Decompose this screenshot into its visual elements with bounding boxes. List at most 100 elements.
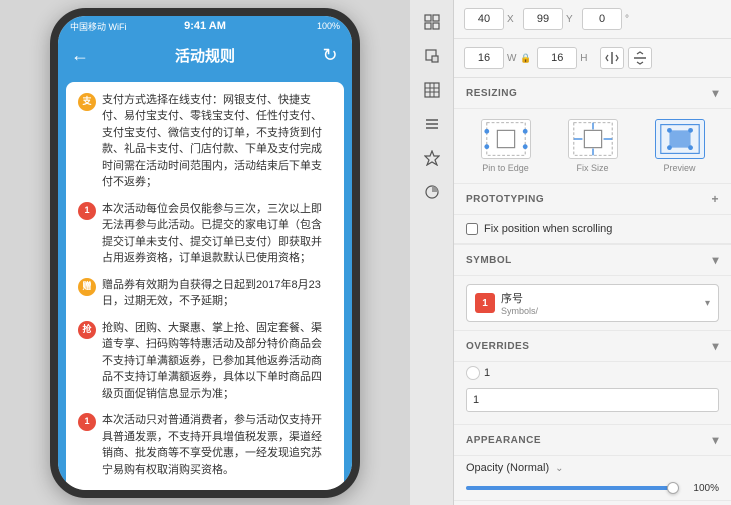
opacity-thumb[interactable] <box>667 482 679 494</box>
properties-panel: X Y ° W 🔒 H <box>454 0 731 505</box>
symbol-picker[interactable]: 1 序号 Symbols/ ▾ <box>466 284 719 322</box>
x-input[interactable] <box>464 8 504 30</box>
symbol-section: SYMBOL ▾ 1 序号 Symbols/ ▾ <box>454 245 731 331</box>
appearance-chevron: ▾ <box>712 433 719 447</box>
time-text: 9:41 AM <box>184 20 226 32</box>
layout-icon-btn[interactable] <box>417 8 447 36</box>
x-coord-group: X <box>464 8 517 30</box>
h-group: H <box>537 47 590 69</box>
rule-item-3: 抢抢购、团购、大聚惠、掌上抢、固定套餐、渠道专享、扫码购等特惠活动及部分特价商品… <box>78 320 332 403</box>
phone-content[interactable]: 支支付方式选择在线支付：网银支付、快捷支付、易付宝支付、零钱宝支付、任性付支付、… <box>58 74 352 490</box>
opacity-dropdown-arrow[interactable]: ⌄ <box>555 463 563 474</box>
lock-icon: 🔒 <box>520 53 531 64</box>
fix-position-label: Fix position when scrolling <box>484 223 612 235</box>
rule-item-0: 支支付方式选择在线支付：网银支付、快捷支付、易付宝支付、零钱宝支付、任性付支付、… <box>78 92 332 191</box>
flip-vertical-button[interactable] <box>628 47 652 69</box>
rule-icon-2: 赠 <box>78 278 96 296</box>
tool-sidebar <box>410 0 454 505</box>
overrides-section: Overrides ▾ 1 <box>454 331 731 425</box>
prototyping-section-header[interactable]: PROTOTYPING + <box>454 184 731 215</box>
phone-status-bar: 中国移动 WiFi 9:41 AM 100% <box>58 16 352 37</box>
fix-size-label: Fix Size <box>576 163 608 173</box>
opacity-row: Opacity (Normal) ⌄ <box>454 456 731 480</box>
rule-item-2: 赠赠品券有效期为自获得之日起到2017年8月23日，过期无效，不予延期； <box>78 277 332 310</box>
opacity-value: 100% <box>687 483 719 494</box>
rotation-input[interactable] <box>582 8 622 30</box>
override-key-label: 1 <box>466 366 490 380</box>
preview-box <box>655 119 705 159</box>
pin-to-edge-option[interactable]: Pin to Edge <box>481 119 531 173</box>
h-input[interactable] <box>537 47 577 69</box>
prototyping-section: PROTOTYPING + Fix position when scrollin… <box>454 184 731 245</box>
appearance-section-header[interactable]: APPEARANCE ▾ <box>454 425 731 456</box>
y-input[interactable] <box>523 8 563 30</box>
battery-text: 100% <box>317 21 340 31</box>
right-area: X Y ° W 🔒 H <box>410 0 731 505</box>
rule-icon-4: 1 <box>78 413 96 431</box>
transform-icon-btn[interactable] <box>417 42 447 70</box>
symbol-label: SYMBOL <box>466 255 512 266</box>
coords-row-1: X Y ° <box>454 0 731 39</box>
prototyping-add[interactable]: + <box>711 192 719 206</box>
preview-label: Preview <box>663 163 695 173</box>
phone-nav-bar: ← 活动规则 ↻ <box>58 37 352 74</box>
override-key: 1 <box>484 367 490 379</box>
resizing-label: RESIZING <box>466 88 517 99</box>
override-input-row <box>454 384 731 416</box>
flip-horizontal-button[interactable] <box>600 47 624 69</box>
resizing-options: Pin to Edge Fix Size <box>454 109 731 184</box>
rule-text-0: 支付方式选择在线支付：网银支付、快捷支付、易付宝支付、零钱宝支付、任性付支付、支… <box>102 92 332 191</box>
paint-icon-btn[interactable] <box>417 178 447 206</box>
symbol-path: Symbols/ <box>501 306 699 316</box>
opacity-label: Opacity (Normal) <box>466 462 549 474</box>
carrier-text: 中国移动 WiFi <box>70 20 127 33</box>
w-label: W <box>507 53 517 64</box>
y-coord-group: Y <box>523 8 576 30</box>
star-icon-btn[interactable] <box>417 144 447 172</box>
w-input[interactable] <box>464 47 504 69</box>
pin-to-edge-label: Pin to Edge <box>482 163 529 173</box>
rule-icon-1: 1 <box>78 202 96 220</box>
phone-frame: 中国移动 WiFi 9:41 AM 100% ← 活动规则 ↻ 支支付方式选择在… <box>50 8 360 498</box>
rule-item-4: 1 本次活动只对普通消费者，参与活动仅支持开具普通发票，不支持开具增值税发票，渠道… <box>78 412 332 478</box>
overrides-chevron: ▾ <box>712 339 719 353</box>
rule-text-4: 本次活动只对普通消费者，参与活动仅支持开具普通发票，不支持开具增值税发票，渠道经… <box>102 412 332 478</box>
w-group: W 🔒 <box>464 47 531 69</box>
fix-position-checkbox[interactable] <box>466 223 478 235</box>
override-circle <box>466 366 480 380</box>
rule-text-2: 赠品券有效期为自获得之日起到2017年8月23日，过期无效，不予延期； <box>102 277 332 310</box>
symbol-section-header[interactable]: SYMBOL ▾ <box>454 245 731 276</box>
override-value-input[interactable] <box>466 388 719 412</box>
h-label: H <box>580 53 590 64</box>
symbol-name: 序号 <box>501 290 699 306</box>
opacity-track <box>466 486 679 490</box>
phone-mockup-area: 中国移动 WiFi 9:41 AM 100% ← 活动规则 ↻ 支支付方式选择在… <box>0 0 410 505</box>
resizing-section-header[interactable]: RESIZING ▾ <box>454 78 731 109</box>
align-icon-btn[interactable] <box>417 110 447 138</box>
resizing-chevron: ▾ <box>712 86 719 100</box>
rules-card: 支支付方式选择在线支付：网银支付、快捷支付、易付宝支付、零钱宝支付、任性付支付、… <box>66 82 344 490</box>
coords-row-2: W 🔒 H <box>454 39 731 78</box>
style-section: STYLE ▾ <box>454 501 731 505</box>
deg-label: ° <box>625 14 635 25</box>
preview-option[interactable]: Preview <box>655 119 705 173</box>
fix-size-box <box>568 119 618 159</box>
rule-text-3: 抢购、团购、大聚惠、掌上抢、固定套餐、渠道专享、扫码购等特惠活动及部分特价商品会… <box>102 320 332 403</box>
style-section-header[interactable]: STYLE ▾ <box>454 501 731 505</box>
fix-size-option[interactable]: Fix Size <box>568 119 618 173</box>
x-label: X <box>507 14 517 25</box>
rotation-group: ° <box>582 8 635 30</box>
grid-icon-btn[interactable] <box>417 76 447 104</box>
prototyping-label: PROTOTYPING <box>466 194 544 205</box>
rule-text-1: 本次活动每位会员仅能参与三次，三次以上即无法再参与此活动。已提交的家电订单（包含… <box>102 201 332 267</box>
nav-title: 活动规则 <box>175 45 235 66</box>
symbol-info: 序号 Symbols/ <box>501 290 699 316</box>
rule-item-1: 1 本次活动每位会员仅能参与三次，三次以上即无法再参与此活动。已提交的家电订单（包… <box>78 201 332 267</box>
override-item-1: 1 <box>454 362 731 384</box>
fix-position-row: Fix position when scrolling <box>454 215 731 244</box>
refresh-button[interactable]: ↻ <box>318 45 342 66</box>
back-button[interactable]: ← <box>68 45 92 66</box>
symbol-picker-chevron: ▾ <box>705 298 710 309</box>
rule-icon-3: 抢 <box>78 321 96 339</box>
overrides-section-header[interactable]: Overrides ▾ <box>454 331 731 362</box>
